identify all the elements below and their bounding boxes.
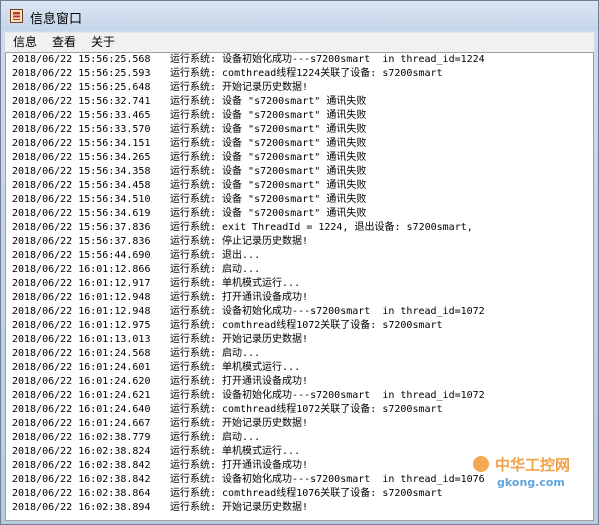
log-timestamp: 2018/06/22 15:56:34.458 [12,180,151,191]
menu-about[interactable]: 关于 [87,34,119,51]
log-message: 运行系统: comthread线程1072关联了设备: s7200smart [170,404,443,415]
log-timestamp: 2018/06/22 15:56:37.836 [12,222,151,233]
log-timestamp: 2018/06/22 16:02:38.842 [12,474,151,485]
log-message: 运行系统: 打开通讯设备成功! [170,460,309,471]
log-timestamp: 2018/06/22 15:56:25.593 [12,68,151,79]
log-message: 运行系统: 启动... [170,264,261,275]
log-timestamp: 2018/06/22 16:01:12.866 [12,264,151,275]
log-timestamp: 2018/06/22 15:56:32.741 [12,96,151,107]
log-message: 运行系统: 打开通讯设备成功! [170,376,309,387]
menu-view[interactable]: 查看 [48,34,80,51]
log-timestamp: 2018/06/22 16:01:24.601 [12,362,151,373]
log-message: 运行系统: 单机模式运行... [170,362,301,373]
log-message: 运行系统: 设备 "s7200smart" 通讯失败 [170,124,367,135]
log-timestamp: 2018/06/22 16:01:24.667 [12,418,151,429]
log-timestamp: 2018/06/22 16:01:24.621 [12,390,151,401]
log-message: 运行系统: 开始记录历史数据! [170,334,309,345]
log-timestamp: 2018/06/22 16:01:12.917 [12,278,151,289]
log-message: 运行系统: 设备初始化成功---s7200smart in thread_id=… [170,306,485,317]
log-message: 运行系统: 停止记录历史数据! [170,236,309,247]
log-timestamp: 2018/06/22 16:02:38.864 [12,488,151,499]
log-timestamp: 2018/06/22 16:01:24.640 [12,404,151,415]
log-message: 运行系统: 退出... [170,250,261,261]
log-message: 运行系统: 单机模式运行... [170,278,301,289]
log-message: 运行系统: 启动... [170,432,261,443]
menu-info[interactable]: 信息 [9,34,41,51]
log-message: 运行系统: 开始记录历史数据! [170,418,309,429]
log-message: 运行系统: 设备 "s7200smart" 通讯失败 [170,96,367,107]
log-timestamp: 2018/06/22 15:56:34.151 [12,138,151,149]
info-window: 信息窗口 信息 查看 关于 2018/06/22 15:56:25.568 运行系… [0,0,599,525]
log-timestamp: 2018/06/22 16:01:24.568 [12,348,151,359]
log-message: 运行系统: 开始记录历史数据! [170,82,309,93]
log-timestamp: 2018/06/22 15:56:33.465 [12,110,151,121]
app-icon [10,9,23,23]
log-timestamp: 2018/06/22 15:56:25.568 [12,54,151,65]
log-timestamp: 2018/06/22 15:56:44.690 [12,250,151,261]
log-message: 运行系统: comthread线程1076关联了设备: s7200smart [170,488,443,499]
log-timestamp: 2018/06/22 16:01:12.948 [12,306,151,317]
log-message: 运行系统: 设备 "s7200smart" 通讯失败 [170,208,367,219]
menu-bar: 信息 查看 关于 [5,32,594,53]
log-timestamp: 2018/06/22 16:02:38.824 [12,446,151,457]
log-message: 运行系统: 设备 "s7200smart" 通讯失败 [170,110,367,121]
log-timestamp: 2018/06/22 16:02:38.842 [12,460,151,471]
log-timestamp: 2018/06/22 16:01:24.620 [12,376,151,387]
log-timestamp: 2018/06/22 16:02:38.894 [12,502,151,513]
log-message: 运行系统: 设备 "s7200smart" 通讯失败 [170,152,367,163]
log-panel[interactable]: 2018/06/22 15:56:25.568 运行系统: 设备初始化成功---s… [5,52,594,521]
log-message: 运行系统: 设备 "s7200smart" 通讯失败 [170,166,367,177]
log-timestamp: 2018/06/22 15:56:34.510 [12,194,151,205]
watermark: 中华工控网 gkong.com [473,450,583,500]
watermark-brand: 中华工控网 [495,456,571,474]
log-message: 运行系统: 打开通讯设备成功! [170,292,309,303]
watermark-url: gkong.com [497,476,565,489]
log-message: 运行系统: 开始记录历史数据! [170,502,309,513]
log-timestamp: 2018/06/22 16:02:38.779 [12,432,151,443]
log-timestamp: 2018/06/22 16:01:12.975 [12,320,151,331]
log-timestamp: 2018/06/22 15:56:34.619 [12,208,151,219]
log-timestamp: 2018/06/22 15:56:34.265 [12,152,151,163]
log-message: 运行系统: 设备初始化成功---s7200smart in thread_id=… [170,474,485,485]
log-timestamp: 2018/06/22 16:01:13.013 [12,334,151,345]
log-message: 运行系统: exit ThreadId = 1224, 退出设备: s7200s… [170,222,473,233]
log-timestamp: 2018/06/22 15:56:34.358 [12,166,151,177]
log-message: 运行系统: 设备 "s7200smart" 通讯失败 [170,180,367,191]
window-title: 信息窗口 [30,12,83,27]
log-message: 运行系统: 设备 "s7200smart" 通讯失败 [170,138,367,149]
log-timestamp: 2018/06/22 16:01:12.948 [12,292,151,303]
log-message: 运行系统: comthread线程1072关联了设备: s7200smart [170,320,443,331]
log-message: 运行系统: comthread线程1224关联了设备: s7200smart [170,68,443,79]
log-message: 运行系统: 启动... [170,348,261,359]
log-timestamp: 2018/06/22 15:56:33.570 [12,124,151,135]
log-timestamp: 2018/06/22 15:56:25.648 [12,82,151,93]
log-message: 运行系统: 设备初始化成功---s7200smart in thread_id=… [170,54,485,65]
log-message: 运行系统: 单机模式运行... [170,446,301,457]
title-bar[interactable]: 信息窗口 [1,1,598,31]
watermark-logo-icon [473,456,489,472]
log-timestamp: 2018/06/22 15:56:37.836 [12,236,151,247]
log-message: 运行系统: 设备初始化成功---s7200smart in thread_id=… [170,390,485,401]
log-message: 运行系统: 设备 "s7200smart" 通讯失败 [170,194,367,205]
